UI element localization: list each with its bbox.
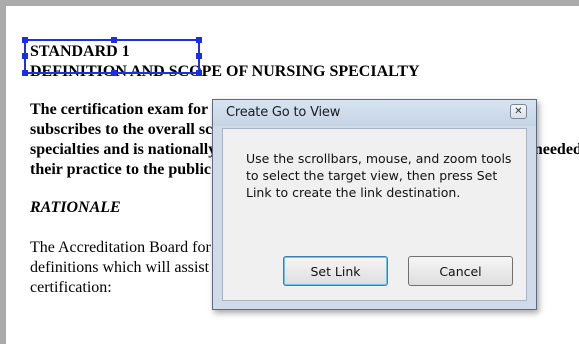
resize-handle-bottom-right[interactable]: [196, 70, 202, 76]
dialog-title: Create Go to View: [226, 105, 341, 120]
resize-handle-top-right[interactable]: [196, 37, 202, 43]
resize-handle-bottom-left[interactable]: [22, 70, 28, 76]
close-icon: ✕: [514, 105, 523, 117]
dialog-body: Use the scrollbars, mouse, and zoom tool…: [222, 128, 527, 301]
create-go-to-view-dialog: Create Go to View ✕ Use the scrollbars, …: [212, 99, 537, 310]
resize-handle-right[interactable]: [196, 53, 202, 59]
resize-handle-bottom[interactable]: [111, 70, 117, 76]
resize-handle-top-left[interactable]: [22, 37, 28, 43]
resize-handle-top[interactable]: [111, 37, 117, 43]
dialog-message: Use the scrollbars, mouse, and zoom tool…: [246, 151, 512, 200]
resize-handle-left[interactable]: [22, 53, 28, 59]
link-selection-box[interactable]: [22, 37, 202, 76]
set-link-button[interactable]: Set Link: [283, 256, 388, 286]
cancel-button[interactable]: Cancel: [408, 256, 513, 286]
dialog-titlebar[interactable]: Create Go to View ✕: [213, 100, 536, 126]
close-button[interactable]: ✕: [510, 104, 527, 119]
